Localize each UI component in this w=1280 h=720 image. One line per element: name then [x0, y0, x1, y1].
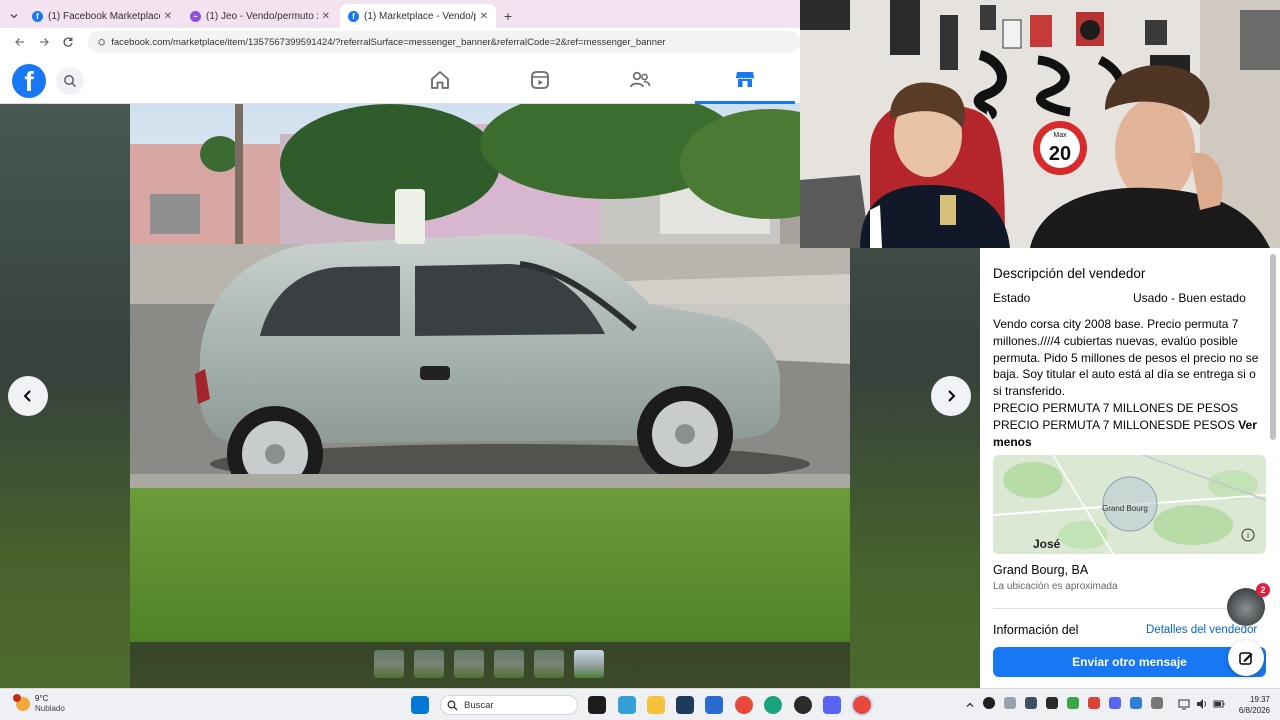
search-icon[interactable]: [56, 67, 84, 95]
home-icon[interactable]: [390, 56, 490, 104]
webcam-overlay: Max 20: [800, 0, 1280, 248]
photo-thumbnail[interactable]: [534, 650, 564, 678]
system-clock[interactable]: 19:37 6/8/2026: [1230, 694, 1270, 716]
description-text: Vendo corsa city 2008 base. Precio permu…: [993, 317, 1259, 399]
reels-icon[interactable]: [490, 56, 590, 104]
tray-app-icon[interactable]: [983, 697, 995, 709]
tray-app-icon[interactable]: [1025, 697, 1037, 709]
speed-sign-number: 20: [1049, 143, 1071, 165]
facebook-top-nav: f: [0, 56, 800, 104]
next-photo-button[interactable]: [931, 376, 971, 416]
tab-title: (1) Facebook Marketplace | Face: [48, 10, 160, 22]
tab-title: (1) Jeo - Vendo/permuto x baratc: [206, 10, 318, 22]
messenger-favicon-icon: ~: [190, 10, 201, 22]
thumbnail-strip: [374, 650, 604, 678]
unread-badge: 2: [1256, 583, 1270, 597]
previous-photo-button[interactable]: [8, 376, 48, 416]
taskbar-search[interactable]: Buscar: [440, 695, 578, 715]
weather-temp: 9°C: [35, 694, 49, 703]
speed-sign-top-text: Max: [1053, 132, 1067, 139]
volume-icon[interactable]: [1196, 697, 1208, 709]
tab-list-chevron-icon[interactable]: [4, 4, 24, 28]
seller-description-heading: Descripción del vendedor: [993, 266, 1146, 281]
panel-scrollbar[interactable]: [1270, 254, 1276, 440]
facebook-logo-icon[interactable]: f: [12, 64, 46, 98]
store-icon[interactable]: [676, 696, 694, 714]
url-text: facebook.com/marketplace/item/1357567399…: [111, 36, 666, 48]
chrome-active-icon[interactable]: [853, 696, 871, 714]
reload-icon[interactable]: [56, 30, 80, 54]
listing-description: Vendo corsa city 2008 base. Precio permu…: [993, 316, 1261, 450]
discord-tray-icon[interactable]: [1109, 697, 1121, 709]
search-icon: [447, 700, 458, 710]
location-name: Grand Bourg, BA: [993, 563, 1089, 577]
seller-details-link[interactable]: Detalles del vendedor: [1146, 624, 1257, 636]
weather-icon: [13, 694, 30, 711]
back-arrow-icon[interactable]: [8, 30, 32, 54]
tray-chevron-icon[interactable]: [965, 697, 977, 709]
map-town-label: José: [1033, 537, 1061, 551]
clock-time: 19:37: [1249, 695, 1270, 704]
tray-app-icon[interactable]: [1151, 697, 1163, 709]
browser-tab[interactable]: ~ (1) Jeo - Vendo/permuto x baratc ✕: [182, 4, 338, 28]
marketplace-icon[interactable]: [695, 56, 795, 104]
seller-info-heading: Información del: [993, 623, 1079, 637]
svg-text:i: i: [1247, 531, 1249, 540]
browser-tab[interactable]: f (1) Facebook Marketplace | Face ✕: [24, 4, 180, 28]
send-another-message-button[interactable]: Enviar otro mensaje: [993, 647, 1266, 677]
nvidia-icon[interactable]: [1067, 697, 1079, 709]
site-info-icon[interactable]: ⛭: [98, 37, 105, 48]
photo-thumbnail[interactable]: [414, 650, 444, 678]
description-line: PRECIO PERMUTA 7 MILLONES DE PESOS: [993, 400, 1239, 415]
close-tab-icon[interactable]: ✕: [322, 11, 330, 22]
discord-icon[interactable]: [823, 696, 841, 714]
friends-icon[interactable]: [590, 56, 690, 104]
browser-tab-bar: f (1) Facebook Marketplace | Face ✕ ~ (1…: [0, 0, 800, 28]
address-bar-row: ⛭ facebook.com/marketplace/item/13575673…: [0, 28, 800, 56]
photo-thumbnail[interactable]: [454, 650, 484, 678]
weather-desc: Nublado: [35, 704, 65, 713]
task-view-icon[interactable]: [588, 696, 606, 714]
windows-taskbar: 9°C Nublado Buscar 19:37 6/8/2026: [0, 688, 1280, 720]
description-line: PRECIO PERMUTA 7 MILLONESDE PESOS: [993, 417, 1235, 432]
tray-app-icon[interactable]: [1130, 697, 1142, 709]
widgets-icon[interactable]: [618, 696, 636, 714]
listing-details-panel: Descripción del vendedor Estado Usado - …: [980, 248, 1280, 688]
tray-app-icon[interactable]: [1004, 697, 1016, 709]
condition-value: Usado - Buen estado: [1133, 291, 1246, 305]
obs-icon[interactable]: [794, 696, 812, 714]
close-tab-icon[interactable]: ✕: [480, 11, 488, 22]
listing-photo: [130, 104, 850, 642]
facebook-favicon-icon: f: [32, 10, 43, 22]
weather-widget[interactable]: 9°C Nublado: [13, 694, 65, 714]
tab-title: (1) Marketplace - Vendo/permuto: [364, 10, 476, 22]
outlook-icon[interactable]: [705, 696, 723, 714]
network-icon[interactable]: [1178, 697, 1190, 710]
close-tab-icon[interactable]: ✕: [164, 11, 172, 22]
chrome-icon[interactable]: [735, 696, 753, 714]
photo-thumbnail[interactable]: [494, 650, 524, 678]
photo-thumbnail-active[interactable]: [574, 650, 604, 678]
condition-label: Estado: [993, 291, 1031, 305]
location-approx-note: La ubicación es aproximada: [993, 581, 1118, 592]
battery-icon[interactable]: [1213, 697, 1225, 709]
file-explorer-icon[interactable]: [647, 696, 665, 714]
location-map[interactable]: Grand Bourg José i: [993, 455, 1266, 554]
clock-date: 6/8/2026: [1238, 706, 1270, 715]
facebook-favicon-icon: f: [348, 10, 359, 22]
divider: [993, 608, 1266, 609]
forward-arrow-icon[interactable]: [32, 30, 56, 54]
browser-tab-active[interactable]: f (1) Marketplace - Vendo/permuto ✕: [340, 4, 496, 28]
new-tab-plus-icon[interactable]: +: [498, 4, 518, 28]
tray-app-icon[interactable]: [1046, 697, 1058, 709]
taskbar-search-placeholder: Buscar: [464, 699, 494, 711]
map-area-label: Grand Bourg: [1102, 504, 1148, 513]
edge-icon[interactable]: [764, 696, 782, 714]
start-windows-icon[interactable]: [411, 696, 429, 714]
compose-message-icon[interactable]: [1228, 640, 1264, 676]
tray-app-icon[interactable]: [1088, 697, 1100, 709]
photo-thumbnail[interactable]: [374, 650, 404, 678]
url-field[interactable]: ⛭ facebook.com/marketplace/item/13575673…: [88, 31, 800, 53]
